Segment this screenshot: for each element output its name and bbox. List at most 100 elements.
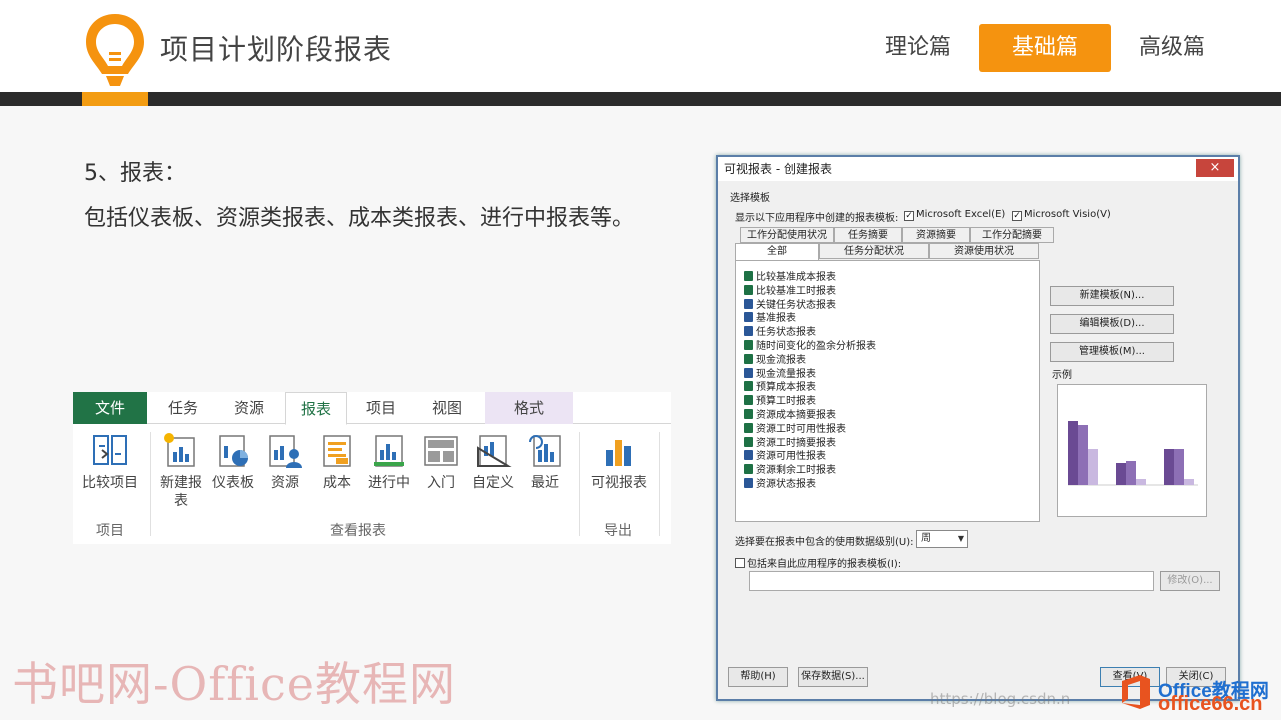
watermark-left: 书吧网-Office教程网 bbox=[12, 657, 457, 711]
usage-level-select[interactable]: 周 ▼ bbox=[916, 530, 968, 548]
resources-report-button[interactable]: 资源 bbox=[259, 432, 311, 492]
excel-file-icon bbox=[744, 395, 753, 406]
modify-button[interactable]: 修改(O)... bbox=[1160, 571, 1220, 591]
tab-task-summary[interactable]: 任务摘要 bbox=[834, 227, 902, 243]
ribbon-tab-task[interactable]: 任务 bbox=[153, 392, 213, 424]
checkmark-icon: ✓ bbox=[904, 211, 914, 221]
include-templates-label: 包括来自此应用程序的报表模板(I): bbox=[747, 559, 902, 570]
excel-checkbox-label: Microsoft Excel(E) bbox=[916, 209, 1006, 220]
recent-report-button[interactable]: 最近 bbox=[519, 432, 571, 492]
tab-resource-usage[interactable]: 资源使用状况 bbox=[929, 243, 1039, 259]
custom-report-button[interactable]: 自定义 bbox=[467, 432, 519, 492]
resources-report-label: 资源 bbox=[271, 475, 299, 491]
tab-assignment-summary[interactable]: 工作分配摘要 bbox=[970, 227, 1054, 243]
visio-file-icon bbox=[744, 450, 753, 461]
template-list-item[interactable]: 预算成本报表 bbox=[744, 381, 816, 394]
in-progress-report-button[interactable]: 进行中 bbox=[363, 432, 415, 492]
header: 项目计划阶段报表 理论篇 基础篇 高级篇 bbox=[0, 0, 1281, 92]
visual-reports-button[interactable]: 可视报表 bbox=[583, 432, 655, 492]
excel-file-icon bbox=[744, 464, 753, 475]
template-name: 任务状态报表 bbox=[756, 327, 816, 339]
visio-file-icon bbox=[744, 298, 753, 309]
template-list-item[interactable]: 现金流量报表 bbox=[744, 367, 816, 381]
visio-checkbox[interactable]: ✓ Microsoft Visio(V) bbox=[1012, 209, 1111, 221]
edit-template-button[interactable]: 编辑模板(D)... bbox=[1050, 314, 1174, 334]
nav-tab-advanced[interactable]: 高级篇 bbox=[1124, 24, 1220, 72]
ribbon-separator bbox=[579, 432, 580, 536]
nav-tab-theory[interactable]: 理论篇 bbox=[870, 24, 966, 72]
section-description: 包括仪表板、资源类报表、成本类报表、进行中报表等。 bbox=[84, 206, 635, 231]
office-logo-icon bbox=[1122, 675, 1150, 709]
template-list-item[interactable]: 任务状态报表 bbox=[744, 326, 816, 339]
ribbon-tab-format[interactable]: 格式 bbox=[485, 392, 573, 424]
excel-file-icon bbox=[744, 284, 753, 295]
ribbon-tab-view[interactable]: 视图 bbox=[417, 392, 477, 424]
visual-reports-icon bbox=[606, 440, 631, 466]
template-name: 现金流量报表 bbox=[756, 368, 816, 380]
template-list-item[interactable]: 资源剩余工时报表 bbox=[744, 464, 836, 477]
ribbon-tab-resource[interactable]: 资源 bbox=[219, 392, 279, 424]
dialog-close-button[interactable]: × bbox=[1196, 159, 1234, 177]
include-templates-checkbox[interactable]: 包括来自此应用程序的报表模板(I): bbox=[735, 555, 901, 570]
resources-report-icon bbox=[269, 435, 302, 468]
template-name: 预算工时报表 bbox=[756, 396, 816, 408]
getting-started-icon bbox=[424, 436, 458, 466]
ribbon-tab-report[interactable]: 报表 bbox=[285, 392, 347, 425]
template-list-item[interactable]: 资源工时可用性报表 bbox=[744, 422, 846, 436]
template-name: 基准报表 bbox=[756, 313, 796, 325]
template-list-item[interactable]: 资源可用性报表 bbox=[744, 450, 826, 463]
template-name: 关键任务状态报表 bbox=[756, 299, 836, 311]
template-list-item[interactable]: 资源状态报表 bbox=[744, 478, 816, 491]
excel-file-icon bbox=[744, 409, 753, 419]
template-path-input[interactable] bbox=[749, 571, 1154, 591]
excel-checkbox[interactable]: ✓ Microsoft Excel(E) bbox=[904, 209, 1005, 221]
nav-tab-basic[interactable]: 基础篇 bbox=[979, 24, 1111, 72]
template-name: 资源工时可用性报表 bbox=[756, 423, 846, 435]
dashboards-button[interactable]: 仪表板 bbox=[207, 432, 259, 492]
visual-reports-dialog: 可视报表 - 创建报表 × 选择模板 显示以下应用程序中创建的报表模板: ✓ Mi… bbox=[716, 155, 1240, 701]
template-name: 资源可用性报表 bbox=[756, 451, 826, 463]
costs-report-button[interactable]: 成本 bbox=[311, 432, 363, 492]
help-button[interactable]: 帮助(H) bbox=[728, 667, 788, 687]
template-list[interactable]: 比较基准成本报表 比较基准工时报表 关键任务状态报表 基准报表任务状态报表随时间变化的… bbox=[735, 260, 1040, 522]
template-name: 预算成本报表 bbox=[756, 382, 816, 394]
template-list-item[interactable]: 资源成本摘要报表 bbox=[744, 409, 836, 422]
compare-projects-button[interactable]: 比较项目 bbox=[77, 432, 143, 492]
template-list-item[interactable]: 现金流报表 bbox=[744, 353, 806, 367]
custom-report-label: 自定义 bbox=[472, 475, 514, 491]
tab-task-usage[interactable]: 任务分配状况 bbox=[819, 243, 929, 259]
excel-file-icon bbox=[744, 381, 753, 392]
template-list-item[interactable]: 比较基准工时报表 bbox=[744, 284, 836, 298]
save-data-button[interactable]: 保存数据(S)... bbox=[798, 667, 868, 687]
template-list-item[interactable]: 随时间变化的盈余分析报表 bbox=[744, 340, 876, 353]
sample-chart-icon bbox=[1068, 421, 1198, 486]
excel-file-icon bbox=[744, 422, 753, 433]
ribbon-tab-project[interactable]: 项目 bbox=[351, 392, 411, 424]
template-list-item[interactable]: 预算工时报表 bbox=[744, 395, 816, 408]
manage-template-button[interactable]: 管理模板(M)... bbox=[1050, 342, 1174, 362]
template-list-item[interactable]: 资源工时摘要报表 bbox=[744, 436, 836, 450]
tab-all[interactable]: 全部 bbox=[735, 243, 819, 261]
template-list-item[interactable]: 关键任务状态报表 bbox=[744, 298, 836, 312]
checkmark-icon: ✓ bbox=[1012, 211, 1022, 221]
getting-started-button[interactable]: 入门 bbox=[415, 432, 467, 492]
template-name: 随时间变化的盈余分析报表 bbox=[756, 341, 876, 352]
ribbon-tab-file[interactable]: 文件 bbox=[73, 392, 147, 424]
new-report-button[interactable]: 新建报表 bbox=[155, 432, 207, 510]
new-template-button[interactable]: 新建模板(N)... bbox=[1050, 286, 1174, 306]
usage-level-label: 选择要在报表中包含的使用数据级别(U): bbox=[735, 537, 914, 548]
visio-checkbox-label: Microsoft Visio(V) bbox=[1024, 209, 1111, 220]
template-name: 资源状态报表 bbox=[756, 479, 816, 490]
tab-assignment-usage[interactable]: 工作分配使用状况 bbox=[740, 227, 834, 243]
excel-file-icon bbox=[744, 353, 753, 364]
watermark-domain: office66.cn bbox=[1158, 693, 1263, 715]
tab-resource-summary[interactable]: 资源摘要 bbox=[902, 227, 970, 243]
template-list-item[interactable]: 比较基准成本报表 bbox=[744, 271, 836, 284]
ribbon-group-export: 导出 bbox=[604, 523, 632, 539]
sample-label: 示例 bbox=[1052, 370, 1072, 381]
visio-file-icon bbox=[744, 478, 753, 488]
sample-preview bbox=[1057, 384, 1207, 517]
costs-report-icon bbox=[323, 435, 351, 467]
ribbon-group-view-reports: 查看报表 bbox=[330, 523, 386, 539]
template-list-item[interactable]: 基准报表 bbox=[744, 312, 796, 325]
